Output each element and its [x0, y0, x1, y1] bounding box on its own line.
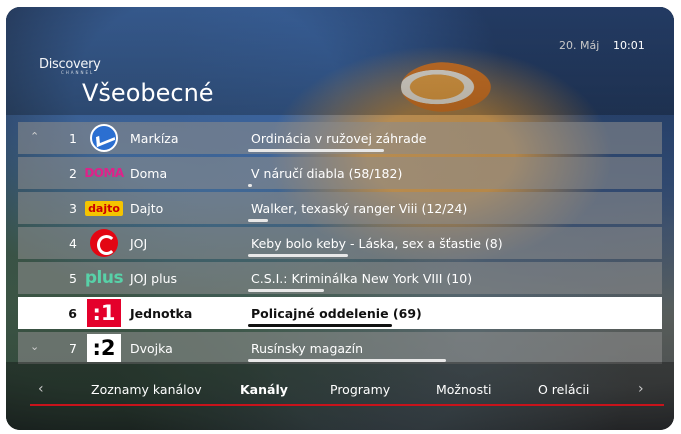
program-progress [248, 324, 392, 327]
program-title: V náručí diabla (58/182) [251, 166, 403, 181]
channel-row[interactable]: 5 plus JOJ plus C.S.I.: Kriminálka New Y… [18, 262, 662, 294]
channel-number: 5 [69, 271, 77, 286]
scroll-down-icon[interactable]: ⌄ [30, 340, 40, 353]
chevron-left-icon[interactable]: ‹ [38, 381, 44, 397]
joj-plus-logo-icon: plus [84, 268, 124, 288]
date-label: 20. Máj [559, 39, 600, 52]
channel-name: Dajto [130, 201, 164, 216]
tab-programs[interactable]: Programy [330, 382, 390, 397]
program-title: Rusínsky magazín [251, 341, 364, 356]
program-title: Policajné oddelenie (69) [251, 306, 422, 321]
program-progress [248, 254, 348, 257]
channel-row[interactable]: 2 DOMA Doma V náručí diabla (58/182) [18, 157, 662, 189]
scroll-up-icon[interactable]: ⌃ [30, 130, 40, 143]
dvojka-logo-icon: :2 [86, 334, 122, 362]
tab-channels[interactable]: Kanály [240, 382, 288, 397]
channel-name: Markíza [130, 131, 179, 146]
tv-frame: Discovery CHANNEL Všeobecné 20. Máj 10:01… [6, 7, 674, 430]
tab-about-show[interactable]: O relácii [538, 382, 589, 397]
chevron-right-icon[interactable]: › [638, 381, 644, 397]
channel-number: 7 [69, 341, 77, 356]
program-title: Keby bolo keby - Láska, sex a šťastie (8… [251, 236, 503, 251]
dajto-logo-icon: dajto [85, 194, 123, 222]
program-progress [248, 184, 252, 187]
jednotka-logo-icon: :1 [86, 299, 122, 327]
channel-number: 6 [68, 306, 77, 321]
channel-list: ⌃ 1 Markíza Ordinácia v ružovej záhrade … [18, 122, 662, 367]
channel-name: Doma [130, 166, 168, 181]
category-title: Všeobecné [82, 79, 214, 107]
channel-row[interactable]: ⌃ 1 Markíza Ordinácia v ružovej záhrade [18, 122, 662, 154]
channel-number: 4 [69, 236, 77, 251]
tab-bar: ‹ Zoznamy kanálov Kanály Programy Možnos… [18, 371, 662, 401]
program-title: Ordinácia v ružovej záhrade [251, 131, 427, 146]
channel-name: JOJ [130, 236, 148, 251]
discovery-logo: Discovery CHANNEL [39, 57, 101, 75]
channel-name: Jednotka [130, 306, 193, 321]
channel-row[interactable]: 3 dajto Dajto Walker, texaský ranger Vii… [18, 192, 662, 224]
markiza-logo-icon [86, 124, 122, 152]
program-progress [248, 219, 268, 222]
channel-row[interactable]: ⌄ 7 :2 Dvojka Rusínsky magazín [18, 332, 662, 364]
tab-options[interactable]: Možnosti [436, 382, 491, 397]
channel-row[interactable]: 4 JOJ Keby bolo keby - Láska, sex a šťas… [18, 227, 662, 259]
channel-name: Dvojka [130, 341, 173, 356]
program-title: Walker, texaský ranger Viii (12/24) [251, 201, 468, 216]
clock: 10:01 [613, 39, 645, 52]
doma-logo-icon: DOMA [84, 166, 124, 180]
joj-logo-icon [86, 229, 122, 257]
active-tab-underline [30, 404, 664, 406]
program-progress [248, 149, 384, 152]
program-title: C.S.I.: Kriminálka New York VIII (10) [251, 271, 473, 286]
channel-number: 3 [69, 201, 77, 216]
tab-channel-lists[interactable]: Zoznamy kanálov [91, 382, 202, 397]
channel-row-selected[interactable]: 6 :1 Jednotka Policajné oddelenie (69) [18, 297, 662, 329]
channel-number: 1 [69, 131, 77, 146]
channel-number: 2 [69, 166, 77, 181]
program-progress [248, 289, 324, 292]
channel-name: JOJ plus [130, 271, 178, 286]
